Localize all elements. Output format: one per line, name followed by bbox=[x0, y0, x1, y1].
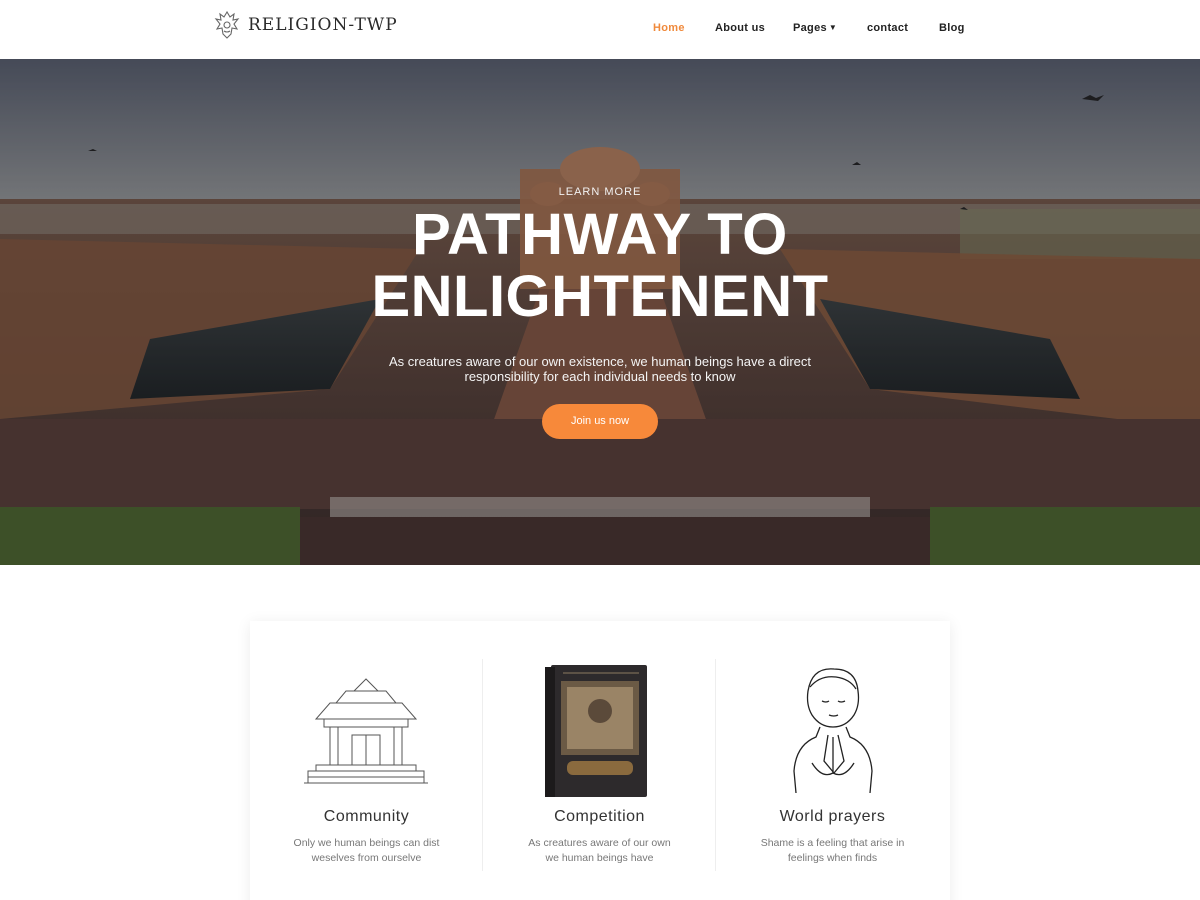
chevron-down-icon: ▼ bbox=[828, 23, 838, 32]
hero-title-line-2: ENLIGHTENENT bbox=[371, 264, 829, 329]
nav-pages[interactable]: Pages ▼ bbox=[793, 22, 837, 34]
nav-contact[interactable]: contact bbox=[867, 22, 908, 34]
site-header: RELIGION-TWP Home About us Pages ▼ contac… bbox=[0, 0, 1200, 59]
praying-child-icon bbox=[793, 668, 873, 794]
feature-world-prayers-text-line-2: feelings when finds bbox=[787, 852, 878, 864]
feature-competition-text: As creatures aware of our own we human b… bbox=[517, 836, 682, 866]
hero-title-line-1: PATHWAY TO bbox=[412, 202, 788, 267]
hero-subtitle: As creatures aware of our own existence,… bbox=[370, 354, 830, 384]
nav-blog[interactable]: Blog bbox=[939, 22, 965, 34]
hero-content: LEARN MORE PATHWAY TO ENLIGHTENENT As cr… bbox=[0, 59, 1200, 565]
feature-world-prayers-text-line-1: Shame is a feeling that arise in bbox=[760, 837, 905, 849]
feature-competition-title: Competition bbox=[554, 808, 645, 825]
book-icon bbox=[545, 665, 647, 797]
feature-community-text-line-1: Only we human beings can dist bbox=[293, 837, 440, 849]
hero-eyebrow[interactable]: LEARN MORE bbox=[0, 186, 1200, 198]
feature-community[interactable]: Community Only we human beings can dist … bbox=[250, 621, 483, 900]
nav-home[interactable]: Home bbox=[653, 22, 685, 34]
feature-competition-text-line-2: we human beings have bbox=[545, 852, 654, 864]
hero-subtitle-line-1: As creatures aware of our own existence,… bbox=[388, 354, 811, 369]
join-us-button[interactable]: Join us now bbox=[542, 404, 658, 439]
feature-world-prayers-title: World prayers bbox=[779, 808, 886, 825]
feature-competition-text-line-1: As creatures aware of our own bbox=[528, 837, 671, 849]
nav-about-us[interactable]: About us bbox=[715, 22, 765, 34]
features-card: Community Only we human beings can dist … bbox=[250, 621, 950, 900]
hero-subtitle-line-2: responsibility for each individual needs… bbox=[464, 369, 736, 384]
feature-world-prayers-text: Shame is a feeling that arise in feeling… bbox=[750, 836, 915, 866]
temple-icon bbox=[304, 678, 428, 784]
feature-world-prayers[interactable]: World prayers Shame is a feeling that ar… bbox=[716, 621, 949, 900]
hero-title: PATHWAY TO ENLIGHTENENT bbox=[0, 204, 1200, 328]
hero-section: LEARN MORE PATHWAY TO ENLIGHTENENT As cr… bbox=[0, 59, 1200, 565]
main-nav: Home About us Pages ▼ contact Blog bbox=[0, 22, 1200, 38]
feature-community-text-line-2: weselves from ourselve bbox=[311, 852, 422, 864]
nav-pages-label: Pages bbox=[793, 22, 827, 34]
feature-community-text: Only we human beings can dist weselves f… bbox=[284, 836, 449, 866]
feature-community-title: Community bbox=[323, 808, 410, 825]
feature-competition[interactable]: Competition As creatures aware of our ow… bbox=[483, 621, 716, 900]
